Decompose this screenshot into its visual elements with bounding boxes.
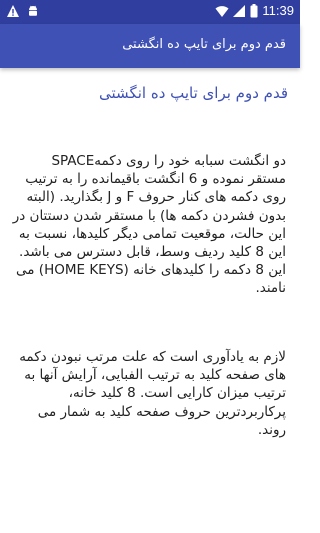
app-title: قدم دوم برای تایپ ده انگشتی xyxy=(122,37,286,52)
paragraph-home-keys: دو انگشت سبابه خود را روی دکمهSPACE مستق… xyxy=(12,153,286,297)
content-area[interactable]: قدم دوم برای تایپ ده انگشتی دو انگشت سبا… xyxy=(0,68,300,533)
warning-icon xyxy=(6,4,20,18)
status-time: 11:39 xyxy=(262,3,294,18)
content-heading: قدم دوم برای تایپ ده انگشتی xyxy=(99,84,288,102)
system-icons: 11:39 xyxy=(215,3,294,18)
notification-icons xyxy=(6,4,40,18)
paragraph-key-layout: لازم به یادآوری است که علت مرتب نبودن دک… xyxy=(19,349,286,438)
battery-icon xyxy=(250,3,258,18)
app-bar: قدم دوم برای تایپ ده انگشتی xyxy=(0,24,300,68)
signal-icon xyxy=(233,4,246,18)
wifi-icon xyxy=(215,4,229,18)
status-bar: 11:39 xyxy=(0,0,300,24)
android-icon xyxy=(26,4,40,18)
